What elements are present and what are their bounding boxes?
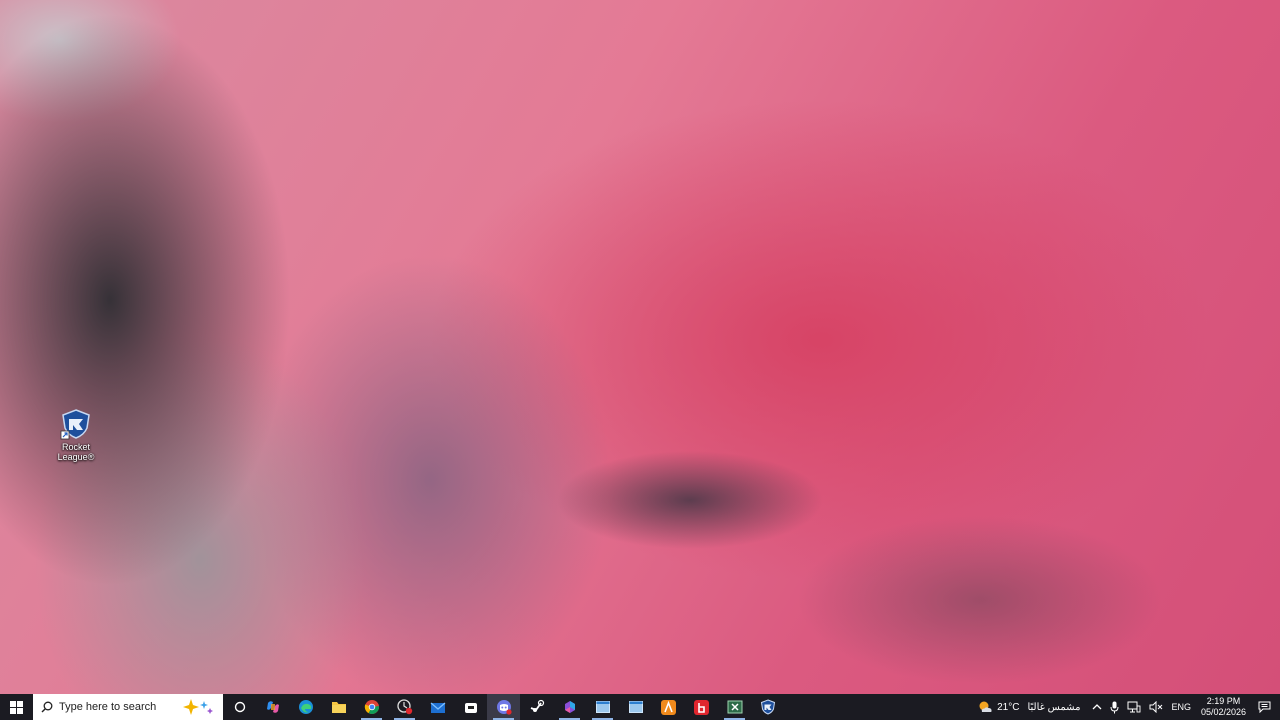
red-app-button[interactable] bbox=[685, 694, 718, 720]
windows-start-icon bbox=[10, 700, 23, 714]
clock-time: 2:19 PM bbox=[1206, 696, 1241, 706]
sun-cloud-icon bbox=[979, 701, 992, 712]
rocket-league-taskbar-button[interactable] bbox=[751, 694, 784, 720]
microphone-button[interactable] bbox=[1106, 694, 1123, 720]
system-tray: 21°C مشمس غالبًا ENG 2:19 PM 05/02/2026 bbox=[973, 694, 1280, 720]
desktop-shortcut-label: Rocket League® bbox=[57, 442, 95, 462]
excel-icon bbox=[727, 700, 742, 714]
search-placeholder: Type here to search bbox=[59, 701, 157, 713]
cortana-circle-icon bbox=[234, 701, 245, 713]
m365-button[interactable] bbox=[553, 694, 586, 720]
red-app-icon bbox=[694, 699, 709, 715]
steam-button[interactable] bbox=[520, 694, 553, 720]
sparkle-icon bbox=[183, 699, 213, 715]
discord-icon bbox=[496, 700, 512, 715]
search-icon bbox=[41, 701, 53, 713]
network-button[interactable] bbox=[1123, 694, 1145, 720]
window-icon bbox=[628, 701, 643, 713]
edge-icon bbox=[298, 700, 313, 714]
store-icon bbox=[464, 703, 477, 713]
window-button-a[interactable] bbox=[586, 694, 619, 720]
desktop-wallpaper: Rocket League® bbox=[0, 0, 1280, 694]
store-button[interactable] bbox=[454, 694, 487, 720]
cortana-button[interactable] bbox=[223, 694, 256, 720]
mail-icon bbox=[430, 702, 445, 713]
language-label: ENG bbox=[1171, 702, 1191, 712]
clock-date: 05/02/2026 bbox=[1200, 707, 1246, 717]
orange-app-icon bbox=[661, 699, 676, 715]
microphone-icon bbox=[1110, 701, 1119, 713]
chevron-up-icon bbox=[1092, 704, 1102, 710]
network-icon bbox=[1127, 701, 1141, 713]
window-button-b[interactable] bbox=[619, 694, 652, 720]
record-icon bbox=[396, 699, 412, 715]
weather-condition: مشمس غالبًا bbox=[1027, 701, 1081, 713]
weather-widget[interactable]: 21°C مشمس غالبًا bbox=[973, 694, 1088, 720]
notification-icon bbox=[1258, 701, 1271, 713]
notification-center-button[interactable] bbox=[1252, 694, 1280, 720]
m365-icon bbox=[564, 701, 575, 713]
window-icon bbox=[595, 701, 610, 713]
steam-icon bbox=[530, 699, 544, 712]
folder-icon bbox=[331, 702, 346, 713]
rocket-league-icon bbox=[760, 699, 775, 715]
excel-button[interactable] bbox=[718, 694, 751, 720]
desktop-shortcut-rocket-league[interactable]: Rocket League® bbox=[52, 408, 100, 462]
chrome-button[interactable] bbox=[355, 694, 388, 720]
taskbar: Type here to search 21°C مشمس غالبًا ENG… bbox=[0, 694, 1280, 720]
edge-button[interactable] bbox=[289, 694, 322, 720]
weather-temp: 21°C bbox=[997, 701, 1020, 713]
volume-button[interactable] bbox=[1145, 694, 1167, 720]
search-box[interactable]: Type here to search bbox=[33, 694, 223, 720]
orange-app-button[interactable] bbox=[652, 694, 685, 720]
record-app-button[interactable] bbox=[388, 694, 421, 720]
copilot-button[interactable] bbox=[256, 694, 289, 720]
volume-muted-icon bbox=[1149, 701, 1163, 713]
rocket-league-icon bbox=[60, 408, 92, 440]
clock[interactable]: 2:19 PM 05/02/2026 bbox=[1195, 696, 1252, 718]
chrome-icon bbox=[364, 700, 379, 714]
mail-button[interactable] bbox=[421, 694, 454, 720]
file-explorer-button[interactable] bbox=[322, 694, 355, 720]
show-hidden-icons-button[interactable] bbox=[1088, 694, 1106, 720]
copilot-icon bbox=[266, 701, 279, 713]
start-button[interactable] bbox=[0, 694, 33, 720]
discord-button[interactable] bbox=[487, 694, 520, 720]
language-indicator[interactable]: ENG bbox=[1167, 694, 1195, 720]
